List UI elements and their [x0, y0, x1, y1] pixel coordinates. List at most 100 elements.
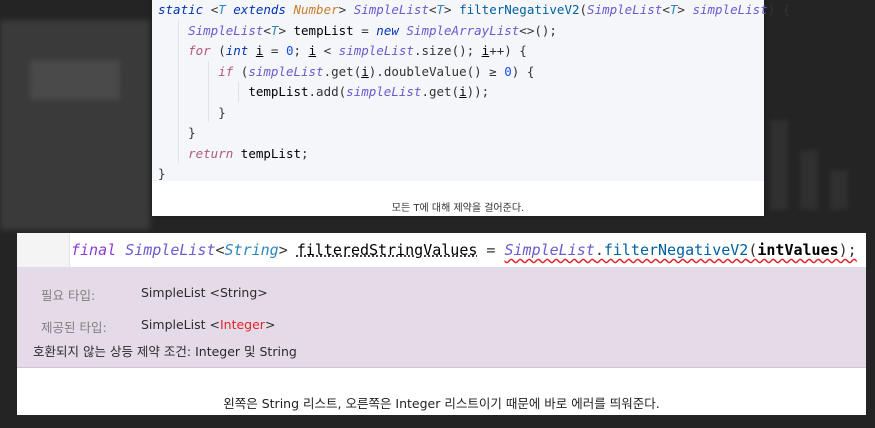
- code-token: ++) {: [489, 43, 527, 58]
- code-token: 0: [285, 43, 294, 58]
- required-type-label: 필요 타입:: [41, 288, 96, 303]
- code-token: new: [376, 22, 407, 38]
- code-token: SimpleList: [587, 2, 663, 17]
- code-token: );: [838, 241, 857, 259]
- code-token: <: [263, 22, 271, 38]
- error-underline: SimpleList.filterNegativeV2(intValues);: [505, 241, 857, 259]
- code-token: tempList: [248, 84, 309, 99]
- code-token: return: [188, 145, 241, 161]
- code-line-9: }: [152, 164, 764, 185]
- code-token: ));: [466, 84, 490, 99]
- code-token: ).doubleValue() ≥: [368, 63, 505, 79]
- code-token: simpleList: [248, 63, 324, 79]
- code-token: 0: [504, 63, 512, 79]
- required-type-value: SimpleList <String>: [141, 285, 268, 300]
- code-token: for: [188, 43, 219, 58]
- code-token: simpleList: [692, 2, 768, 17]
- code-token: ) {: [767, 2, 791, 17]
- code-token: ) {: [511, 63, 535, 79]
- code-token: }: [158, 166, 166, 181]
- code-token: .add(: [308, 84, 347, 99]
- code-token: ;: [293, 43, 309, 58]
- error-card: final SimpleList<String> filteredStringV…: [17, 233, 866, 415]
- code-line-1: static <T extends Number> SimpleList<T> …: [152, 0, 790, 21]
- provided-type-suffix: >: [264, 317, 276, 332]
- bottom-caption: 왼쪽은 String 리스트, 오른쪽은 Integer 리스트이기 때문에 바…: [223, 396, 660, 411]
- error-code-text: final SimpleList<String> filteredStringV…: [71, 231, 857, 269]
- code-line-3: for (int i = 0; i < simpleList.size(); i…: [152, 41, 764, 62]
- code-line-4: if (simpleList.get(i).doubleValue() ≥ 0)…: [152, 62, 764, 83]
- code-token: }: [158, 104, 226, 120]
- error-tooltip: 필요 타입: SimpleList <String> 제공된 타입: Simpl…: [17, 267, 866, 368]
- provided-type-integer: Integer: [219, 317, 265, 332]
- code-token: =: [477, 241, 505, 259]
- code-line-7: }: [152, 123, 764, 144]
- code-token: >: [677, 2, 693, 17]
- code-token: filterNegativeV2: [603, 241, 749, 259]
- code-token: i: [308, 43, 317, 58]
- code-block: static <T extends Number> SimpleList<T> …: [152, 0, 790, 185]
- code-token: (: [218, 43, 226, 58]
- provided-type-prefix: SimpleList <: [141, 317, 220, 332]
- code-token: =: [263, 43, 286, 58]
- code-token: final: [71, 241, 126, 259]
- top-caption: 모든 T에 대해 제약을 걸어준다.: [391, 203, 525, 214]
- code-token: filterNegativeV2: [459, 2, 580, 17]
- code-token: intValues: [757, 241, 839, 259]
- code-token: ;: [301, 145, 309, 161]
- code-token: .: [594, 241, 604, 259]
- code-token: >: [278, 22, 294, 38]
- code-line-2: SimpleList<T> tempList = new SimpleArray…: [152, 21, 764, 42]
- code-line-5: tempList.add(simpleList.get(i));: [152, 82, 764, 103]
- code-token: <: [215, 241, 225, 259]
- code-token: extends: [225, 2, 294, 17]
- background-shape: [800, 150, 818, 210]
- background-shape: [30, 60, 120, 100]
- code-token: SimpleArrayList: [406, 22, 520, 38]
- background-shape: [770, 120, 788, 210]
- code-token: simpleList: [346, 84, 422, 99]
- code-token: static: [158, 2, 211, 17]
- code-token: >: [444, 2, 460, 17]
- code-token: <: [662, 2, 670, 17]
- code-token: >: [338, 2, 354, 17]
- code-token: <>();: [519, 22, 557, 38]
- provided-type-value: SimpleList <Integer>: [141, 317, 275, 332]
- code-token: int: [225, 43, 256, 58]
- code-token: i: [459, 84, 467, 99]
- provided-type-label: 제공된 타입:: [41, 320, 107, 335]
- code-token: .get(: [323, 63, 362, 79]
- code-token: <: [428, 2, 437, 17]
- code-token: T: [436, 2, 445, 17]
- code-token: =: [353, 22, 377, 38]
- code-line-6: }: [152, 103, 764, 124]
- code-token: tempList: [293, 22, 354, 38]
- code-token: <: [316, 43, 339, 58]
- background-shape: [0, 20, 150, 230]
- code-token: SimpleList: [353, 2, 429, 17]
- code-token: }: [158, 125, 196, 140]
- code-token: T: [218, 2, 226, 17]
- code-card-top: static <T extends Number> SimpleList<T> …: [152, 0, 790, 216]
- code-line-8: return tempList;: [152, 144, 764, 165]
- code-token: Number: [293, 2, 339, 17]
- code-token: filteredStringValues: [296, 241, 478, 259]
- code-line: final SimpleList<String> filteredStringV…: [17, 233, 866, 267]
- code-token: SimpleList: [188, 22, 264, 38]
- code-token: tempList: [240, 145, 302, 161]
- code-token: i: [361, 63, 369, 79]
- code-token: SimpleList: [125, 241, 216, 259]
- background-shape: [830, 170, 848, 210]
- code-token: simpleList: [338, 43, 414, 58]
- gutter: [17, 233, 70, 267]
- code-token: .get(: [421, 84, 460, 99]
- code-token: String: [224, 241, 279, 259]
- code-token: >: [278, 241, 297, 259]
- code-token: if: [218, 63, 241, 79]
- incompatible-constraint-text: 호환되지 않는 상등 제약 조건: Integer 및 String: [33, 344, 297, 359]
